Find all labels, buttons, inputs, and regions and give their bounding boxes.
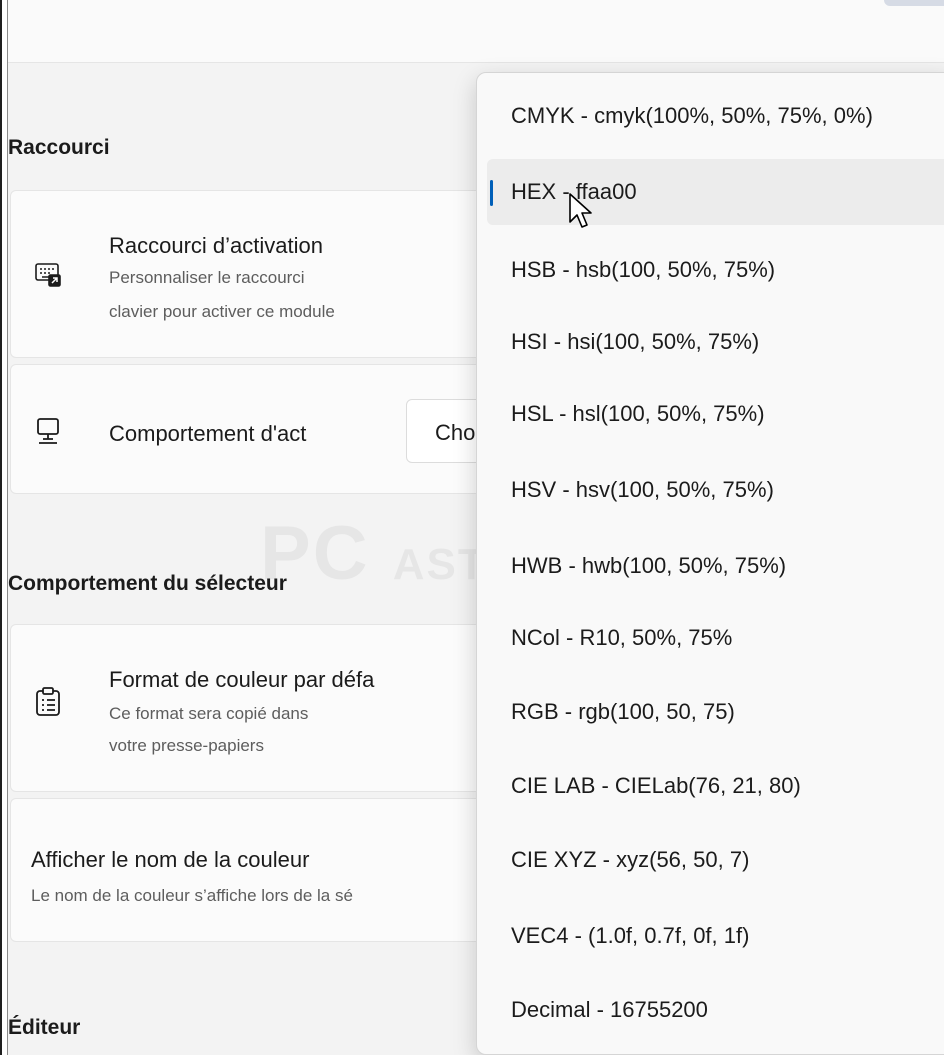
option-label: NCol - R10, 50%, 75%: [511, 625, 733, 650]
option-label: HSV - hsv(100, 50%, 75%): [511, 477, 774, 502]
section-title-picker-behavior: Comportement du sélecteur: [8, 572, 287, 595]
format-option-hsi[interactable]: HSI - hsi(100, 50%, 75%): [487, 309, 944, 375]
section-title-editor: Éditeur: [8, 1016, 81, 1039]
option-label: CIE XYZ - xyz(56, 50, 7): [511, 847, 750, 872]
show-color-name-card: Afficher le nom de la couleur Le nom de …: [10, 798, 550, 942]
window-left-border: [0, 0, 8, 1055]
option-label: RGB - rgb(100, 50, 75): [511, 699, 735, 724]
format-option-hex[interactable]: HEX - ffaa00: [487, 159, 944, 225]
option-label: HSL - hsl(100, 50%, 75%): [511, 401, 765, 426]
monitor-icon: [35, 417, 61, 444]
activation-behavior-card: Comportement d'act Choi: [10, 364, 550, 494]
default-format-desc-line2: votre presse-papiers: [109, 736, 264, 755]
format-option-vec4[interactable]: VEC4 - (1.0f, 0.7f, 0f, 1f): [487, 903, 944, 969]
option-label: VEC4 - (1.0f, 0.7f, 0f, 1f): [511, 923, 750, 948]
format-option-rgb[interactable]: RGB - rgb(100, 50, 75): [487, 679, 944, 745]
option-label: HSI - hsi(100, 50%, 75%): [511, 329, 760, 354]
option-label: HSB - hsb(100, 50%, 75%): [511, 257, 776, 282]
default-format-desc-line1: Ce format sera copié dans: [109, 704, 309, 723]
format-option-hsl[interactable]: HSL - hsl(100, 50%, 75%): [487, 381, 944, 447]
selection-indicator: [490, 180, 493, 206]
default-format-card: Format de couleur par défa Ce format ser…: [10, 624, 550, 792]
option-label: Decimal - 16755200: [511, 997, 708, 1022]
format-option-cie-xyz[interactable]: CIE XYZ - xyz(56, 50, 7): [487, 827, 944, 893]
option-label: HWB - hwb(100, 50%, 75%): [511, 553, 787, 578]
activation-behavior-title: Comportement d'act: [109, 421, 307, 446]
format-option-cmyk[interactable]: CMYK - cmyk(100%, 50%, 75%, 0%): [487, 83, 944, 149]
top-bar: [8, 0, 944, 63]
activation-shortcut-desc-line1: Personnaliser le raccourci: [109, 268, 305, 287]
activation-shortcut-card[interactable]: Raccourci d’activation Personnaliser le …: [10, 190, 550, 358]
option-label: CIE LAB - CIELab(76, 21, 80): [511, 773, 801, 798]
activation-shortcut-desc-line2: clavier pour activer ce module: [109, 302, 335, 321]
color-format-dropdown-list[interactable]: CMYK - cmyk(100%, 50%, 75%, 0%) HEX - ff…: [476, 72, 944, 1055]
mouse-cursor-icon: [568, 192, 594, 232]
default-format-title: Format de couleur par défa: [109, 667, 375, 692]
format-option-hsv[interactable]: HSV - hsv(100, 50%, 75%): [487, 457, 944, 523]
activation-shortcut-title: Raccourci d’activation: [109, 233, 323, 258]
show-color-name-desc: Le nom de la couleur s’affiche lors de l…: [31, 886, 353, 905]
section-title-shortcut: Raccourci: [8, 136, 110, 159]
format-option-hsb[interactable]: HSB - hsb(100, 50%, 75%): [487, 237, 944, 303]
format-option-ncol[interactable]: NCol - R10, 50%, 75%: [487, 605, 944, 671]
format-option-decimal[interactable]: Decimal - 16755200: [487, 977, 944, 1043]
option-label: CMYK - cmyk(100%, 50%, 75%, 0%): [511, 103, 873, 128]
keyboard-shortcut-icon: [35, 261, 61, 287]
show-color-name-title: Afficher le nom de la couleur: [31, 847, 310, 872]
top-right-button-edge[interactable]: [884, 0, 944, 6]
format-option-hwb[interactable]: HWB - hwb(100, 50%, 75%): [487, 533, 944, 599]
format-option-cie-lab[interactable]: CIE LAB - CIELab(76, 21, 80): [487, 753, 944, 819]
clipboard-icon: [35, 687, 61, 716]
